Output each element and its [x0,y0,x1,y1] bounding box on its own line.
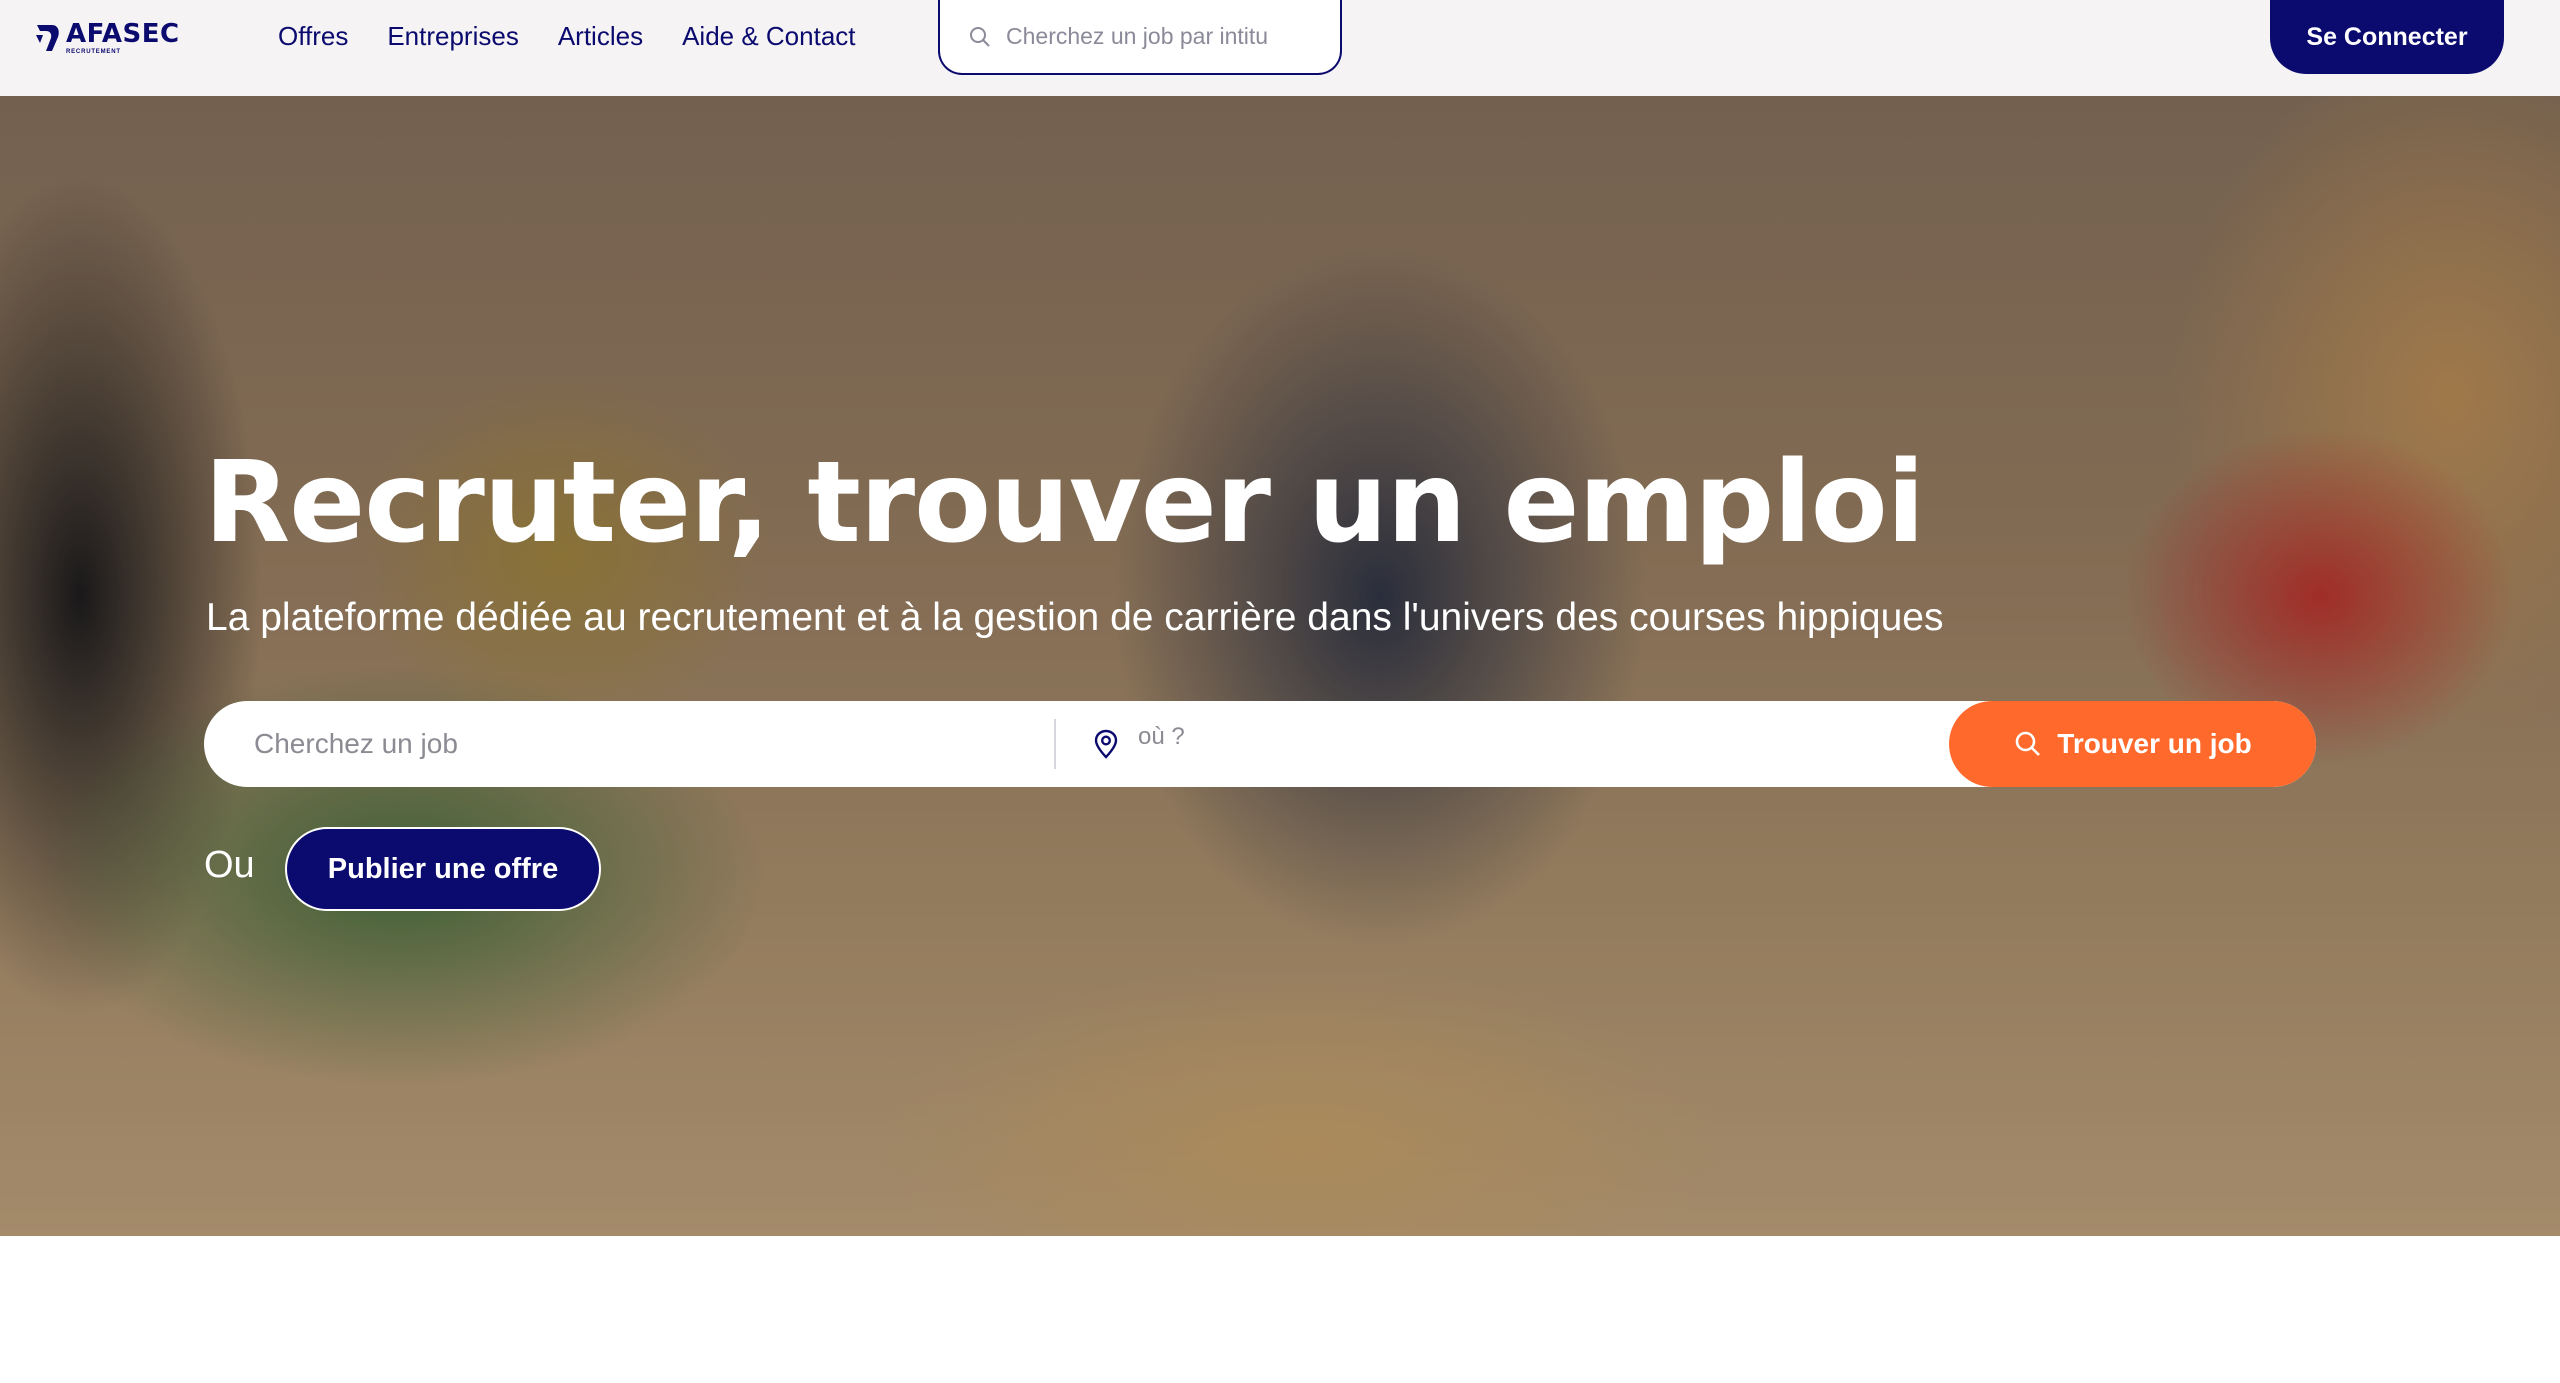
afasec-logo[interactable]: AFASEC RECRUTEMENT [34,18,184,58]
publish-offer-button[interactable]: Publier une offre [285,827,601,911]
logo-subtitle: RECRUTEMENT [66,49,121,55]
hero-banner: Recruter, trouver un emploi La plateform… [0,96,2560,1236]
search-divider [1054,719,1056,769]
logo-text: AFASEC RECRUTEMENT [66,21,180,55]
job-search-bar: Trouver un job [204,701,2316,787]
or-label: Ou [204,844,255,886]
search-icon [2015,731,2041,756]
location-input[interactable] [1138,723,2038,751]
nav-offres[interactable]: Offres [278,21,348,52]
nav-entreprises[interactable]: Entreprises [387,21,519,52]
header-search-input[interactable] [1006,23,1306,50]
job-search-input[interactable] [254,728,1054,760]
site-header: AFASEC RECRUTEMENT Offres Entreprises Ar… [0,0,2560,96]
nav-aide-contact[interactable]: Aide & Contact [682,21,855,52]
hero-background-image [0,96,2560,1236]
main-nav: Offres Entreprises Articles Aide & Conta… [278,0,856,72]
afasec-logo-icon [36,25,59,51]
hero-title: Recruter, trouver un emploi [204,438,1925,568]
login-button[interactable]: Se Connecter [2270,0,2504,74]
logo-name: AFASEC [66,19,180,49]
nav-articles[interactable]: Articles [558,21,643,52]
find-job-label: Trouver un job [2057,728,2252,759]
hero-subtitle: La plateforme dédiée au recrutement et à… [206,596,1944,639]
search-icon [970,26,990,47]
location-pin-icon [1094,729,1118,759]
find-job-button[interactable]: Trouver un job [1949,701,2316,787]
header-search[interactable] [938,0,1342,75]
